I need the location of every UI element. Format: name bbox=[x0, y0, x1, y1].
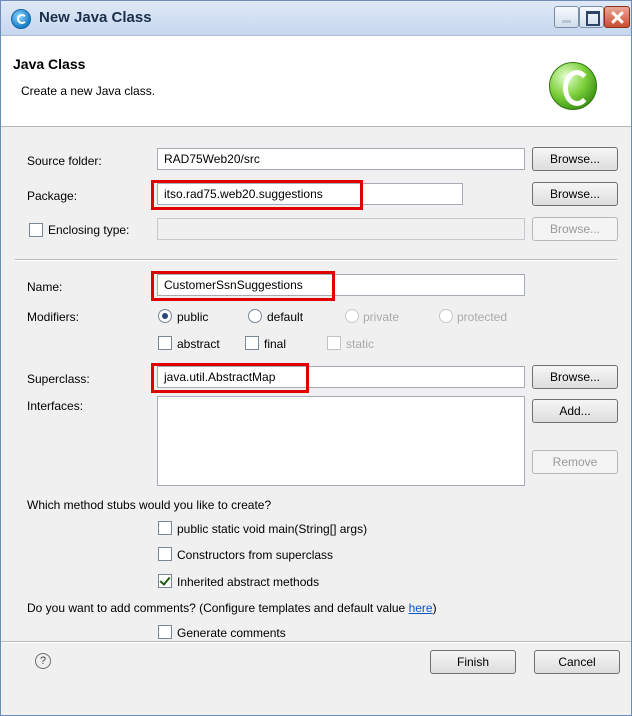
interfaces-label: Interfaces: bbox=[27, 399, 84, 413]
public-label: public bbox=[177, 310, 209, 324]
main-method-checkbox[interactable] bbox=[158, 521, 172, 535]
superclass-browse-button[interactable]: Browse... bbox=[532, 365, 618, 389]
source-folder-label: Source folder: bbox=[27, 154, 102, 168]
superclass-label: Superclass: bbox=[27, 372, 90, 386]
window-title: New Java Class bbox=[39, 9, 152, 26]
enclosing-type-checkbox[interactable] bbox=[29, 223, 43, 237]
title-bar: New Java Class bbox=[1, 1, 631, 36]
source-folder-input[interactable]: RAD75Web20/src bbox=[157, 148, 525, 170]
main-method-label: public static void main(String[] args) bbox=[177, 522, 368, 536]
inherited-methods-label: Inherited abstract methods bbox=[177, 575, 320, 589]
enclosing-type-input[interactable] bbox=[157, 218, 525, 240]
abstract-label: abstract bbox=[177, 337, 220, 351]
wizard-banner: Java Class Create a new Java class. bbox=[1, 36, 631, 127]
maximize-button[interactable] bbox=[579, 6, 604, 28]
package-highlight-box bbox=[151, 180, 363, 210]
configure-templates-link[interactable]: here bbox=[409, 601, 433, 615]
minimize-button[interactable] bbox=[554, 6, 579, 28]
method-stubs-question: Which method stubs would you like to cre… bbox=[27, 498, 272, 512]
constructors-checkbox[interactable] bbox=[158, 547, 172, 561]
java-class-wizard-icon bbox=[11, 9, 31, 29]
close-button[interactable] bbox=[604, 6, 630, 28]
finish-button[interactable]: Finish bbox=[430, 650, 516, 674]
help-icon[interactable]: ? bbox=[35, 653, 51, 669]
enclosing-type-label: Enclosing type: bbox=[48, 223, 130, 237]
footer-separator bbox=[1, 641, 631, 643]
package-browse-button[interactable]: Browse... bbox=[532, 182, 618, 206]
cancel-button[interactable]: Cancel bbox=[534, 650, 620, 674]
inherited-methods-checkbox[interactable] bbox=[158, 574, 172, 588]
abstract-checkbox[interactable] bbox=[158, 336, 172, 350]
modifiers-label: Modifiers: bbox=[27, 310, 80, 324]
add-interface-button[interactable]: Add... bbox=[532, 399, 618, 423]
superclass-highlight-box bbox=[151, 363, 309, 393]
static-checkbox[interactable] bbox=[327, 336, 341, 350]
source-folder-browse-button[interactable]: Browse... bbox=[532, 147, 618, 171]
new-java-class-dialog: New Java Class Java Class Create a new J… bbox=[0, 0, 632, 716]
banner-description: Create a new Java class. bbox=[21, 84, 156, 98]
comments-question-close: ) bbox=[432, 601, 437, 615]
comments-question: Do you want to add comments? (Configure … bbox=[27, 601, 437, 615]
generate-comments-checkbox[interactable] bbox=[158, 625, 172, 639]
name-highlight-box bbox=[151, 271, 335, 301]
separator bbox=[15, 259, 617, 261]
default-radio[interactable] bbox=[248, 309, 262, 323]
package-label: Package: bbox=[27, 189, 78, 203]
final-checkbox[interactable] bbox=[245, 336, 259, 350]
enclosing-type-browse-button[interactable]: Browse... bbox=[532, 217, 618, 241]
constructors-label: Constructors from superclass bbox=[177, 548, 334, 562]
static-label: static bbox=[346, 337, 375, 351]
public-radio[interactable] bbox=[158, 309, 172, 323]
interfaces-list[interactable] bbox=[157, 396, 525, 486]
remove-interface-button[interactable]: Remove bbox=[532, 450, 618, 474]
comments-question-text: Do you want to add comments? (Configure … bbox=[27, 601, 409, 615]
protected-radio[interactable] bbox=[439, 309, 453, 323]
generate-comments-label: Generate comments bbox=[177, 626, 286, 640]
private-label: private bbox=[363, 310, 400, 324]
private-radio[interactable] bbox=[345, 309, 359, 323]
default-label: default bbox=[267, 310, 304, 324]
java-class-logo-icon bbox=[549, 62, 597, 110]
banner-title: Java Class bbox=[13, 56, 86, 72]
protected-label: protected bbox=[457, 310, 508, 324]
final-label: final bbox=[264, 337, 287, 351]
name-label: Name: bbox=[27, 280, 63, 294]
